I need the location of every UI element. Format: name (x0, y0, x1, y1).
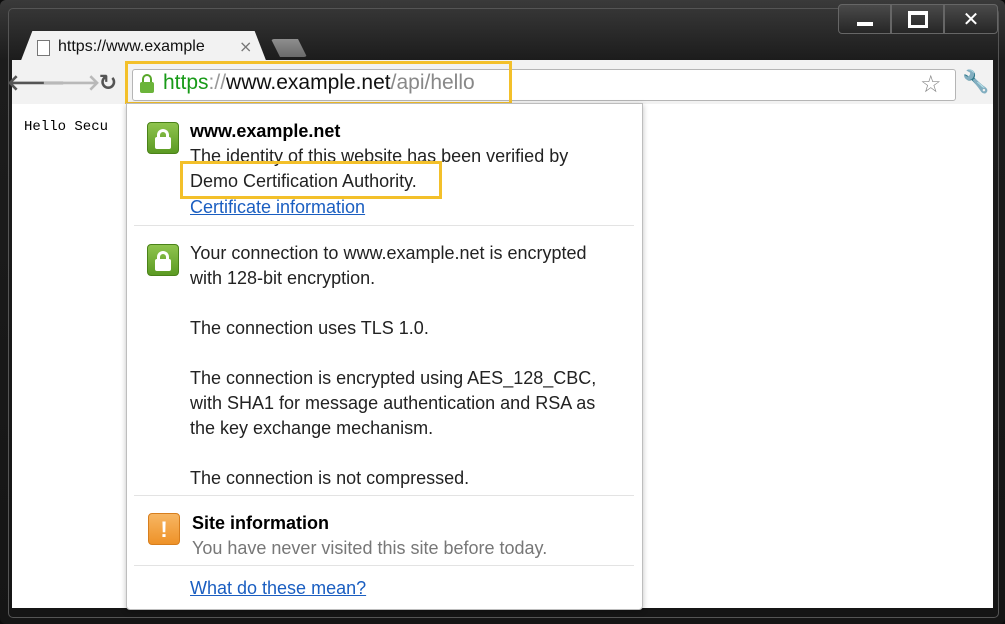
maximize-icon (907, 10, 928, 28)
certificate-information-link[interactable]: Certificate information (190, 197, 365, 218)
section-divider (134, 565, 634, 566)
authority-highlight-box (180, 161, 442, 199)
identity-host: www.example.net (190, 121, 341, 141)
warning-icon: ! (148, 513, 180, 545)
connection-encrypted-text: Your connection to www.example.net is en… (190, 243, 587, 263)
close-icon: ✕ (962, 7, 980, 31)
minimize-button[interactable] (838, 4, 892, 34)
forward-button[interactable]: 🡒 (42, 70, 101, 96)
page-icon (37, 40, 50, 56)
reload-button[interactable]: ↻ (95, 70, 121, 96)
connection-lock-icon (147, 244, 179, 276)
tab-close-icon[interactable]: × (239, 37, 252, 56)
close-window-button[interactable]: ✕ (944, 4, 998, 34)
window-controls: ✕ (838, 4, 998, 34)
compression-text: The connection is not compressed. (190, 468, 470, 488)
cipher-text-3: the key exchange mechanism. (190, 418, 434, 438)
section-divider (134, 495, 634, 496)
help-link[interactable]: What do these mean? (190, 578, 366, 599)
tab-title: https://www.example (58, 38, 205, 55)
cipher-text-2: with SHA1 for message authentication and… (190, 393, 596, 413)
site-information-title: Site information (192, 513, 330, 533)
tls-version-text: The connection uses TLS 1.0. (190, 318, 429, 338)
bookmark-star-icon[interactable]: ☆ (920, 70, 942, 98)
site-visit-text: You have never visited this site before … (192, 538, 548, 558)
page-text: Hello Secu (24, 119, 109, 135)
identity-lock-icon (147, 122, 179, 154)
maximize-button[interactable] (891, 4, 945, 34)
minimize-icon (856, 22, 873, 26)
url-highlight-box (125, 61, 512, 105)
connection-bits-text: with 128-bit encryption. (190, 268, 376, 288)
section-divider (134, 225, 634, 226)
cipher-text-1: The connection is encrypted using AES_12… (190, 368, 597, 388)
wrench-menu-icon[interactable]: 🔧 (962, 70, 989, 95)
